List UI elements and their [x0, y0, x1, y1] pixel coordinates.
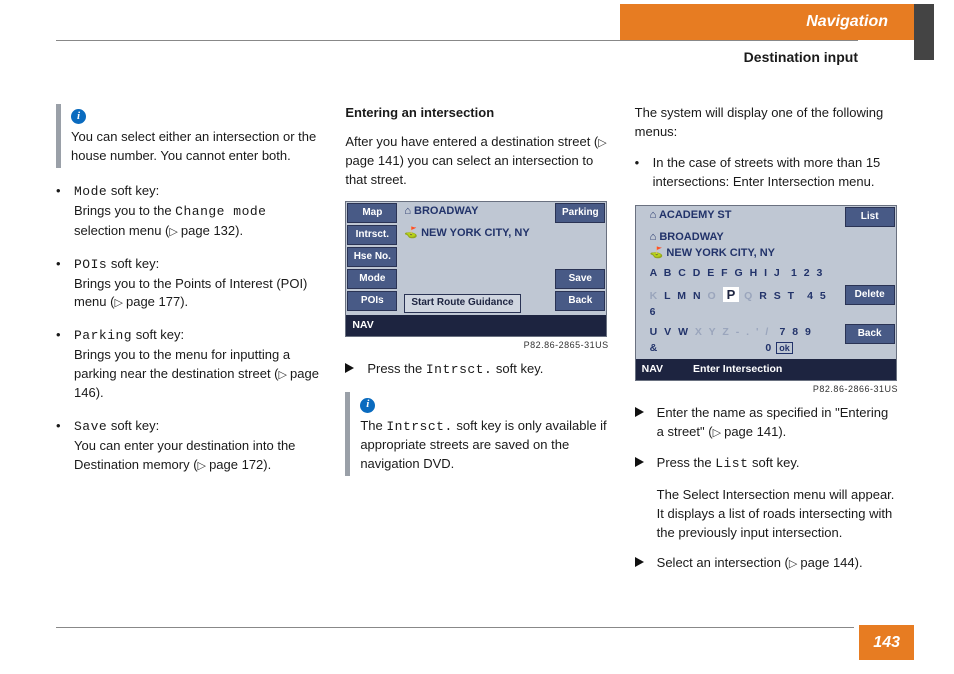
list-item: Mode soft key: Brings you to the Change … — [56, 182, 319, 241]
heading: Entering an intersection — [345, 104, 608, 123]
section-title: Navigation — [620, 4, 914, 40]
page-number: 143 — [859, 625, 914, 660]
info-icon: i — [360, 398, 375, 413]
nav-subtitle: Enter Intersection — [693, 362, 782, 377]
info-note: i You can select either an intersection … — [56, 104, 319, 168]
keyboard-nums: 7 8 9 — [779, 326, 812, 338]
footer-rule — [56, 627, 854, 628]
start-route-guidance: Start Route Guidance — [404, 294, 520, 313]
action-item: Press the List soft key. — [635, 454, 898, 474]
softkey-parking: Parking — [555, 203, 605, 223]
screenshot-1: Map ⌂ BROADWAY Parking Intrsct. ⛳ NEW YO… — [345, 201, 607, 337]
action-item: Enter the name as specified in "Entering… — [635, 404, 898, 442]
addr-line: BROADWAY — [659, 231, 723, 243]
subsection-title: Destination input — [0, 41, 914, 67]
triangle-icon — [635, 557, 644, 567]
addr-line: NEW YORK CITY, NY — [421, 227, 530, 239]
page-header: Navigation Destination input — [0, 4, 914, 67]
addr-line: ACADEMY ST — [659, 209, 732, 221]
list-item: POIs soft key: Brings you to the Points … — [56, 255, 319, 313]
action-list: Enter the name as specified in "Entering… — [635, 404, 898, 474]
ok-button: ok — [776, 342, 793, 354]
softkey-mode: Mode — [347, 269, 397, 289]
page-ref: page 132 — [169, 223, 235, 238]
keyboard-highlight: P — [723, 287, 740, 302]
triangle-icon — [635, 457, 644, 467]
column-1: i You can select either an intersection … — [56, 104, 319, 585]
addr-line: NEW YORK CITY, NY — [666, 247, 775, 259]
softkey-list: Mode soft key: Brings you to the Change … — [56, 182, 319, 474]
figure-caption: P82.86-2865-31US — [345, 339, 608, 352]
softkey-intrsct: Intrsct. — [347, 225, 397, 245]
paragraph: The Select Intersection menu will appear… — [635, 486, 898, 543]
note-text: The Intrsct. soft key is only available … — [360, 417, 608, 475]
addr-line: BROADWAY — [414, 205, 478, 217]
page-ref: page 144 — [789, 555, 855, 570]
action-list: Select an intersection (page 144). — [635, 554, 898, 573]
info-icon: i — [71, 109, 86, 124]
screenshot-2: ⌂ ACADEMY ST List ⌂ BROADWAY ⛳ NEW YORK … — [635, 205, 897, 381]
softkey-delete: Delete — [845, 285, 895, 305]
action-item: Select an intersection (page 144). — [635, 554, 898, 573]
page-ref: page 141 — [713, 424, 779, 439]
column-3: The system will display one of the follo… — [635, 104, 898, 585]
content-area: i You can select either an intersection … — [56, 104, 898, 585]
keyboard-row: A B C D E F G H I J — [650, 267, 782, 279]
info-note: i The Intrsct. soft key is only availabl… — [345, 392, 608, 476]
edge-tab — [914, 4, 934, 60]
lead-text: The system will display one of the follo… — [635, 104, 898, 142]
action-item: Press the Intrsct. soft key. — [345, 360, 608, 380]
triangle-icon — [345, 363, 354, 373]
softkey-map: Map — [347, 203, 397, 223]
bullet-list: In the case of streets with more than 15… — [635, 154, 898, 192]
list-item: In the case of streets with more than 15… — [635, 154, 898, 192]
softkey-list: List — [845, 207, 895, 227]
softkey-back: Back — [555, 291, 605, 311]
nav-label: NAV — [642, 362, 663, 377]
figure-caption: P82.86-2866-31US — [635, 383, 898, 396]
intro-text: After you have entered a destination str… — [345, 133, 608, 190]
note-text: You can select either an intersection or… — [71, 128, 319, 166]
softkey-pois: POIs — [347, 291, 397, 311]
softkey-back: Back — [845, 324, 895, 344]
page-ref: page 172 — [198, 457, 264, 472]
nav-label: NAV — [352, 318, 373, 333]
triangle-icon — [635, 407, 644, 417]
list-item: Save soft key: You can enter your destin… — [56, 417, 319, 475]
keyboard-nums: 1 2 3 — [791, 267, 824, 279]
softkey-hseno: Hse No. — [347, 247, 397, 267]
page-ref: page 177 — [114, 294, 180, 309]
column-2: Entering an intersection After you have … — [345, 104, 608, 585]
action-list: Press the Intrsct. soft key. — [345, 360, 608, 380]
list-item: Parking soft key: Brings you to the menu… — [56, 326, 319, 402]
softkey-save: Save — [555, 269, 605, 289]
